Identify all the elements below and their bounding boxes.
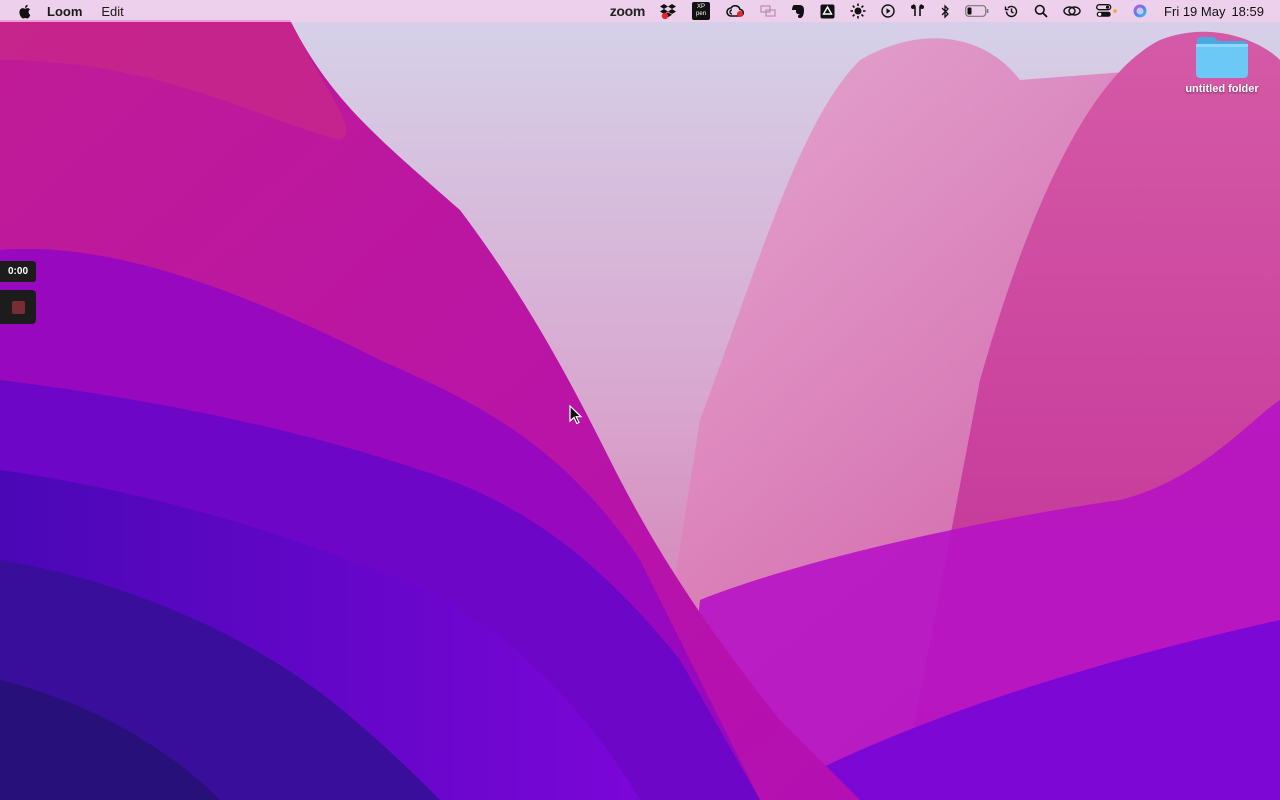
battery-icon[interactable] xyxy=(965,0,989,22)
xppen-label-top: XP xyxy=(697,4,706,10)
folder-icon xyxy=(1196,37,1248,78)
stop-icon xyxy=(11,300,25,314)
menu-bar-clock[interactable]: Fri 19 May 18:59 xyxy=(1164,4,1264,19)
mouse-pointer-icon xyxy=(569,405,583,425)
loom-stop-button[interactable] xyxy=(0,290,36,324)
desktop-folder[interactable]: untitled folder xyxy=(1180,34,1264,95)
airpods-icon[interactable] xyxy=(910,0,925,22)
xppen-icon[interactable]: XP pen xyxy=(692,0,711,22)
bluetooth-icon[interactable] xyxy=(940,0,950,22)
desktop: Loom Edit zoom XP pen Fri 19 May 18:59 u… xyxy=(0,0,1280,800)
spotlight-icon[interactable] xyxy=(1034,0,1048,22)
siri-icon[interactable] xyxy=(1133,0,1147,22)
monterey-wallpaper xyxy=(0,0,1280,800)
screen-share-icon[interactable] xyxy=(1063,0,1081,22)
control-center-icon[interactable] xyxy=(1096,0,1118,22)
google-drive-icon[interactable] xyxy=(820,0,835,22)
creative-cloud-icon[interactable] xyxy=(725,0,745,22)
loom-recording-timer: 0:00 xyxy=(0,261,36,282)
evernote-icon[interactable] xyxy=(791,0,805,22)
screen-mirror-icon[interactable] xyxy=(760,0,776,22)
menu-bar: Loom Edit zoom XP pen Fri 19 May 18:59 xyxy=(0,0,1280,22)
apple-menu-icon[interactable] xyxy=(18,3,32,19)
menu-bar-date: Fri 19 May xyxy=(1164,3,1226,19)
play-icon[interactable] xyxy=(881,0,895,22)
brightness-icon[interactable] xyxy=(850,0,866,22)
menu-edit[interactable]: Edit xyxy=(101,4,123,19)
app-menu-loom[interactable]: Loom xyxy=(47,4,82,19)
folder-label: untitled folder xyxy=(1185,83,1259,95)
menu-bar-time: 18:59 xyxy=(1231,3,1264,19)
zoom-icon[interactable]: zoom xyxy=(610,0,646,22)
xppen-label-bottom: pen xyxy=(696,11,707,17)
time-machine-icon[interactable] xyxy=(1004,0,1019,22)
dropbox-icon[interactable] xyxy=(660,0,677,22)
